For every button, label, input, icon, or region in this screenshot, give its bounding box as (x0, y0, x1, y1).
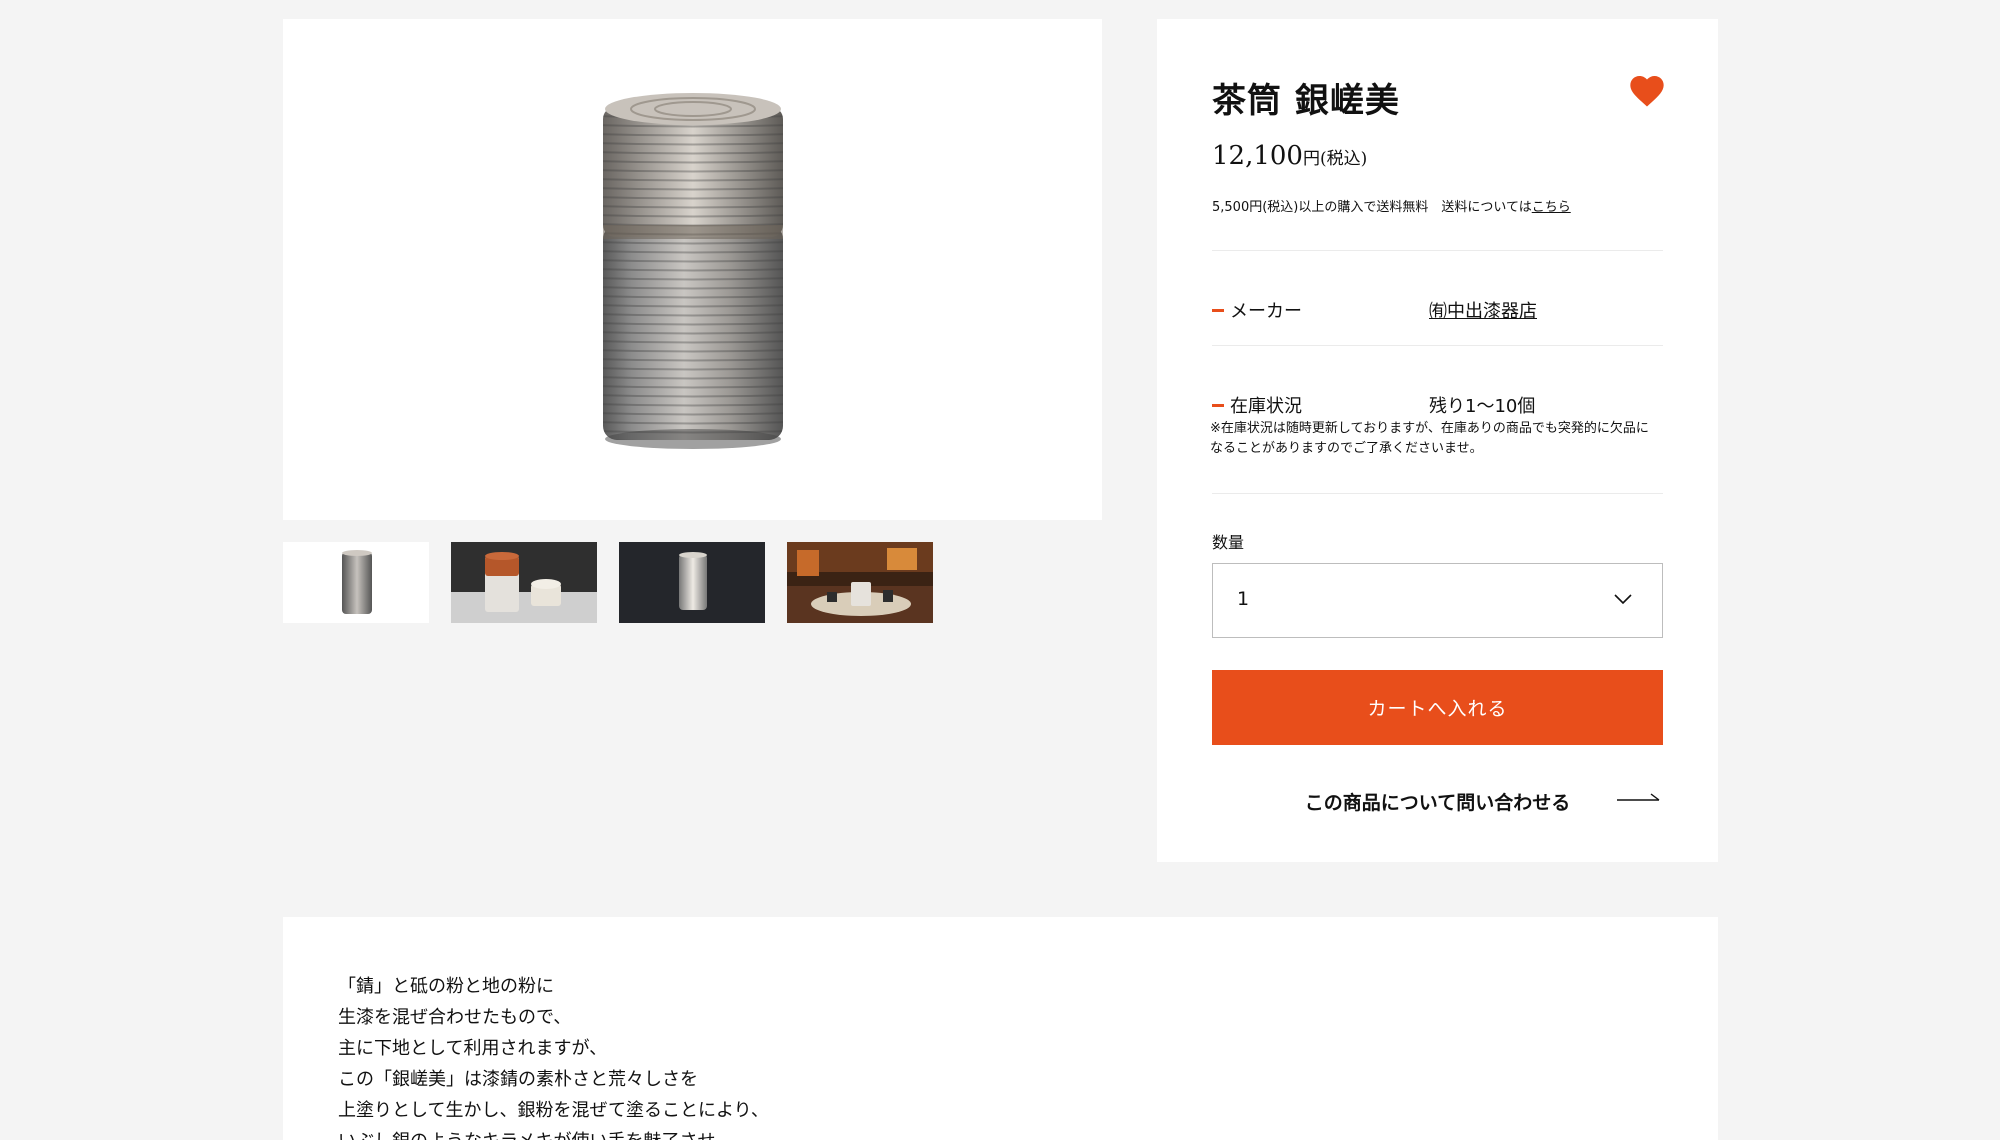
description-line: 上塗りとして生かし、銀粉を混ぜて塗ることにより、 (338, 1100, 769, 1121)
quantity-select[interactable]: 1 (1212, 563, 1663, 638)
maker-label: メーカー (1212, 297, 1302, 323)
tea-canister-image (602, 92, 783, 449)
quantity-label: 数量 (1212, 533, 1245, 552)
thumbnail-strip (283, 542, 933, 623)
divider (1212, 250, 1663, 251)
chevron-down-icon (1614, 594, 1632, 605)
dash-icon (1212, 308, 1224, 312)
stock-note: ※在庫状況は随時更新しておりますが、在庫ありの商品でも突発的に欠品になることがあ… (1210, 421, 1649, 456)
thumbnail-2[interactable] (451, 542, 597, 623)
maker-label-text: メーカー (1230, 301, 1302, 322)
heart-icon (1630, 76, 1664, 107)
divider (1212, 345, 1663, 346)
description-line: 生漆を混ぜ合わせたもので、 (338, 1007, 572, 1028)
dash-icon (1212, 403, 1224, 407)
favorite-button[interactable] (1627, 71, 1667, 111)
divider (1212, 493, 1663, 494)
thumbnail-1[interactable] (283, 542, 429, 623)
product-info-panel: 茶筒 銀嵯美 12,100円(税込) 5,500円(税込)以上の購入で送料無料 … (1157, 19, 1718, 862)
price-tax-label: 円(税込) (1302, 149, 1368, 169)
product-page: 茶筒 銀嵯美 12,100円(税込) 5,500円(税込)以上の購入で送料無料 … (0, 0, 2000, 1140)
stock-label-text: 在庫状況 (1230, 396, 1302, 417)
stock-label: 在庫状況 (1212, 392, 1302, 418)
maker-link[interactable]: ㈲中出漆器店 (1429, 297, 1537, 323)
quantity-value: 1 (1237, 588, 1250, 610)
description-line: この「銀嵯美」は漆錆の素朴さと荒々しさを (338, 1069, 698, 1090)
inquiry-link[interactable]: この商品について問い合わせる (1212, 780, 1663, 820)
product-price: 12,100円(税込) (1212, 141, 1367, 171)
product-description: 「錆」と砥の粉と地の粉に 生漆を混ぜ合わせたもので、 主に下地として利用されます… (283, 917, 1718, 1140)
inquiry-label: この商品について問い合わせる (1304, 792, 1571, 814)
shipping-link[interactable]: こちら (1532, 200, 1571, 215)
description-line: 主に下地として利用されますが、 (338, 1038, 608, 1059)
description-line: いぶし銀のようなキラメキが使い手を魅了させ (338, 1127, 715, 1140)
shipping-info: 5,500円(税込)以上の購入で送料無料 送料についてはこちら (1212, 196, 1571, 215)
add-to-cart-button[interactable]: カートへ入れる (1212, 670, 1663, 745)
thumbnail-3[interactable] (619, 542, 765, 623)
stock-value: 残り1〜10個 (1429, 396, 1536, 417)
product-title: 茶筒 銀嵯美 (1212, 81, 1400, 121)
description-line: 「錆」と砥の粉と地の粉に (338, 976, 554, 997)
main-product-image (283, 19, 1102, 520)
shipping-text: 5,500円(税込)以上の購入で送料無料 送料については (1212, 200, 1532, 215)
price-amount: 12,100 (1212, 141, 1303, 171)
thumbnail-4[interactable] (787, 542, 933, 623)
arrow-right-icon (1617, 793, 1660, 801)
